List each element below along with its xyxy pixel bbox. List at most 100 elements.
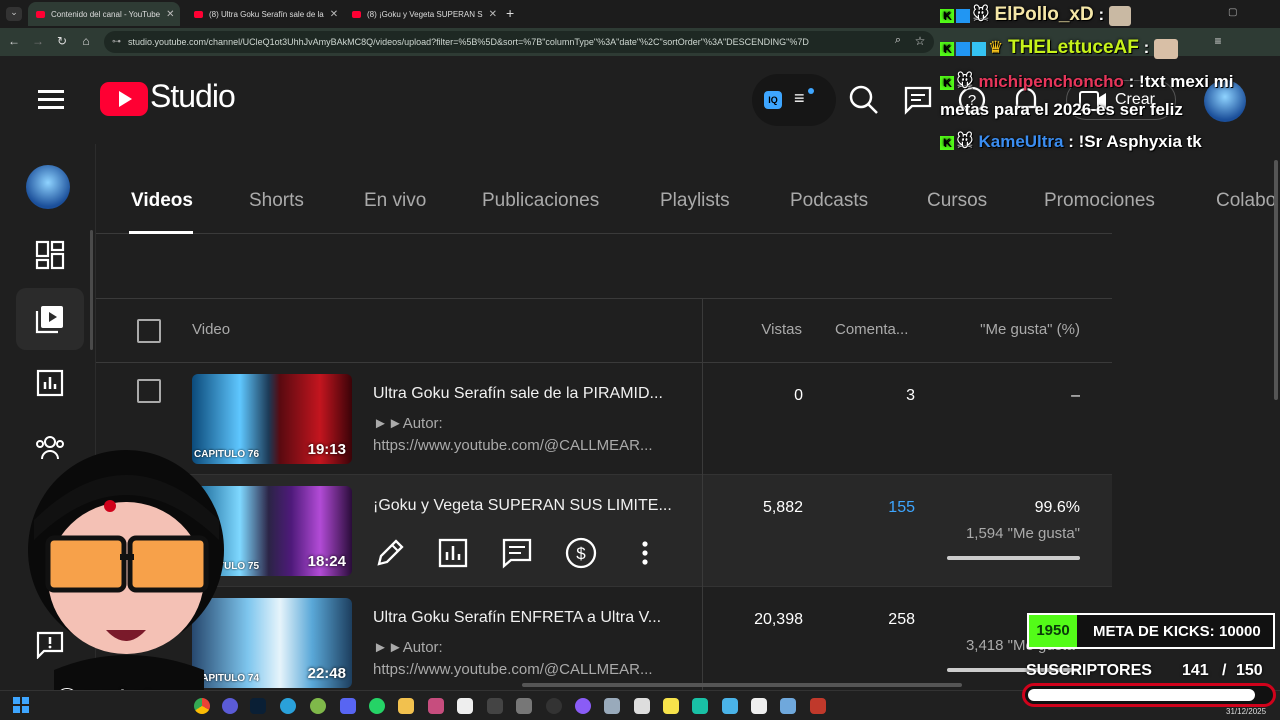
kick-badge-icon: K	[940, 8, 954, 23]
menu-icon[interactable]	[36, 86, 66, 112]
row-checkbox[interactable]	[137, 379, 161, 403]
capcut-icon[interactable]	[457, 698, 473, 714]
telegram-icon[interactable]	[280, 698, 296, 714]
tab-posts[interactable]: Publicaciones	[482, 190, 599, 212]
window-controls[interactable]: ▢	[1228, 7, 1237, 18]
sticky-notes-icon[interactable]	[663, 698, 679, 714]
video-title[interactable]: Ultra Goku Serafín sale de la PIRAMID...	[373, 385, 683, 403]
app-icon[interactable]	[428, 698, 444, 714]
vivaldi-icon[interactable]	[222, 698, 238, 714]
video-title[interactable]: Ultra Goku Serafín ENFRETA a Ultra V...	[373, 609, 683, 627]
close-tab-icon[interactable]: ✕	[489, 9, 496, 20]
subs-goal-target: 150	[1236, 662, 1263, 679]
horizontal-scrollbar[interactable]	[522, 683, 962, 687]
app-icon[interactable]	[810, 698, 826, 714]
tab-shorts[interactable]: Shorts	[249, 190, 304, 212]
home-icon[interactable]: ⌂	[78, 34, 94, 48]
tab-title: (8) Ultra Goku Serafín sale de la	[209, 9, 324, 19]
chrome-icon[interactable]	[194, 698, 210, 714]
filter-bar[interactable]	[96, 235, 1112, 299]
channel-avatar[interactable]	[26, 165, 70, 209]
more-options-icon[interactable]	[628, 536, 662, 570]
extensions-icon[interactable]: ≡	[1210, 34, 1226, 48]
ext-pill[interactable]: IQ ≡	[752, 74, 836, 126]
photoshop-icon[interactable]	[250, 698, 266, 714]
browser-tab-2[interactable]: (8) Ultra Goku Serafín sale de la ✕	[186, 2, 340, 26]
app-icon[interactable]	[310, 698, 326, 714]
mouse-badge-icon: 🐭	[972, 5, 990, 24]
app-icon[interactable]	[487, 698, 503, 714]
analytics-icon[interactable]	[436, 536, 470, 570]
table-row[interactable]: CAPITULO 74 22:48 Ultra Goku Serafín ENF…	[96, 587, 1112, 690]
app-icon[interactable]	[751, 698, 767, 714]
monetization-icon[interactable]: $	[564, 536, 598, 570]
back-icon[interactable]: ←	[6, 34, 22, 48]
edit-pencil-icon[interactable]	[373, 536, 407, 570]
tab-title: Contenido del canal - YouTube	[51, 9, 161, 19]
app-icon[interactable]	[604, 698, 620, 714]
obs-icon[interactable]	[546, 698, 562, 714]
zoom-icon[interactable]: ⌕	[890, 34, 906, 47]
col-video[interactable]: Video	[192, 321, 230, 338]
close-tab-icon[interactable]: ✕	[166, 9, 174, 20]
comments-value[interactable]: 3	[906, 387, 915, 405]
col-comments[interactable]: Comenta...	[835, 321, 908, 338]
table-header: Video Vistas Comenta... "Me gusta" (%)	[96, 299, 1112, 363]
tab-collab[interactable]: Colabo	[1112, 144, 1280, 234]
comments-icon[interactable]	[500, 536, 534, 570]
streamer-avatar-illustration	[14, 430, 244, 690]
content-icon	[35, 306, 63, 334]
comments-value[interactable]: 258	[888, 611, 915, 629]
tab-videos[interactable]: Videos	[131, 190, 193, 212]
clock-date[interactable]: 31/12/2025	[1226, 707, 1266, 716]
vertical-scrollbar[interactable]	[1274, 160, 1278, 400]
app-icon[interactable]	[516, 698, 532, 714]
list-icon: ≡	[794, 88, 805, 108]
rail-dashboard[interactable]	[16, 224, 84, 286]
search-icon[interactable]	[848, 84, 880, 116]
tab-podcasts[interactable]: Podcasts	[790, 190, 868, 212]
reload-icon[interactable]: ↻	[54, 34, 70, 48]
files-icon[interactable]	[398, 698, 414, 714]
sub-badge-icon	[956, 41, 970, 56]
likes-count: 1,594 "Me gusta"	[965, 525, 1080, 542]
app-icon[interactable]	[575, 698, 591, 714]
app-icon[interactable]	[722, 698, 738, 714]
windows-start-icon[interactable]	[13, 697, 29, 713]
discord-icon[interactable]	[340, 698, 356, 714]
forward-icon[interactable]: →	[30, 34, 46, 48]
browser-tab-1[interactable]: Contenido del canal - YouTube ✕	[28, 2, 180, 26]
rail-content[interactable]	[16, 288, 84, 350]
rail-analytics[interactable]	[16, 352, 84, 414]
col-views[interactable]: Vistas	[761, 321, 802, 338]
rail-scrollbar[interactable]	[90, 230, 93, 350]
tab-courses[interactable]: Cursos	[927, 190, 987, 212]
select-all-checkbox[interactable]	[137, 319, 161, 343]
tab-playlists[interactable]: Playlists	[660, 190, 730, 212]
site-info-icon[interactable]: ⊶	[112, 36, 121, 47]
tab-list-button[interactable]: ⌄	[6, 7, 22, 21]
app-icon[interactable]	[634, 698, 650, 714]
studio-logo[interactable]: Studio	[100, 78, 240, 120]
bookmark-star-icon[interactable]: ☆	[912, 34, 928, 48]
browser-tab-3[interactable]: (8) ¡Goku y Vegeta SUPERAN S ✕	[344, 2, 496, 26]
row-actions: $	[373, 536, 673, 570]
url-field[interactable]: ⊶ studio.youtube.com/channel/UCleQ1ot3Uh…	[104, 31, 934, 53]
app-icon[interactable]	[780, 698, 796, 714]
comments-value[interactable]: 155	[888, 499, 915, 517]
col-likes[interactable]: "Me gusta" (%)	[980, 321, 1080, 338]
chat-username: michipenchoncho	[978, 72, 1124, 91]
notification-dot	[808, 88, 814, 94]
video-title[interactable]: ¡Goku y Vegeta SUPERAN SUS LIMITE...	[373, 497, 683, 515]
subs-goal-row: SUSCRIPTORES 141 / 150	[1026, 660, 1276, 682]
table-row[interactable]: CAPITULO 76 19:13 Ultra Goku Serafín sal…	[96, 363, 1112, 475]
app-icon[interactable]	[692, 698, 708, 714]
kick-goal-label: META DE KICKS:	[1093, 623, 1215, 640]
new-tab-button[interactable]: +	[506, 5, 514, 21]
chat-separator: :	[1123, 72, 1140, 91]
whatsapp-icon[interactable]	[369, 698, 385, 714]
table-row[interactable]: CAPITULO 75 18:24 ¡Goku y Vegeta SUPERAN…	[96, 475, 1112, 587]
close-tab-icon[interactable]: ✕	[330, 9, 338, 20]
tab-live[interactable]: En vivo	[364, 190, 426, 212]
feedback-icon[interactable]	[902, 84, 934, 116]
